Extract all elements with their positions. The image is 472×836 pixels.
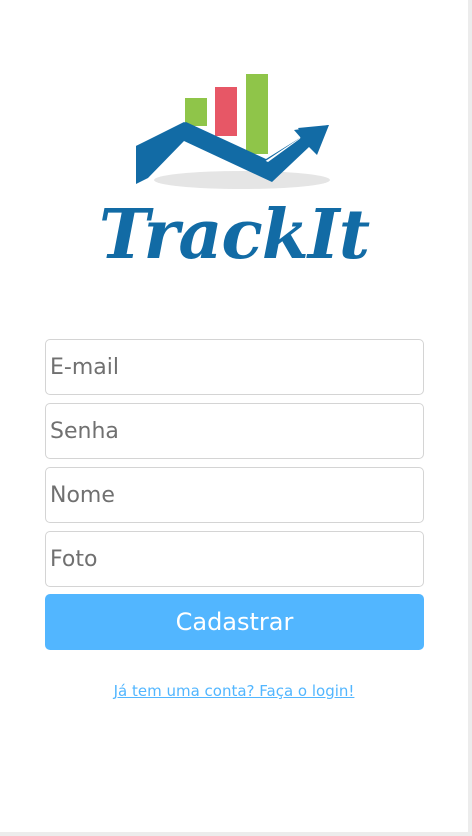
logo-icon (132, 70, 336, 195)
signup-button[interactable]: Cadastrar (45, 594, 424, 650)
signup-page: TrackIt Cadastrar Já tem uma conta? Faça… (0, 0, 468, 832)
brand-name: TrackIt (98, 195, 370, 275)
email-field[interactable] (45, 339, 424, 395)
chart-arrow-logo-icon (136, 74, 330, 189)
signup-form: Cadastrar (45, 339, 424, 650)
password-field[interactable] (45, 403, 424, 459)
photo-url-field[interactable] (45, 531, 424, 587)
name-field[interactable] (45, 467, 424, 523)
login-link[interactable]: Já tem uma conta? Faça o login! (0, 682, 468, 700)
